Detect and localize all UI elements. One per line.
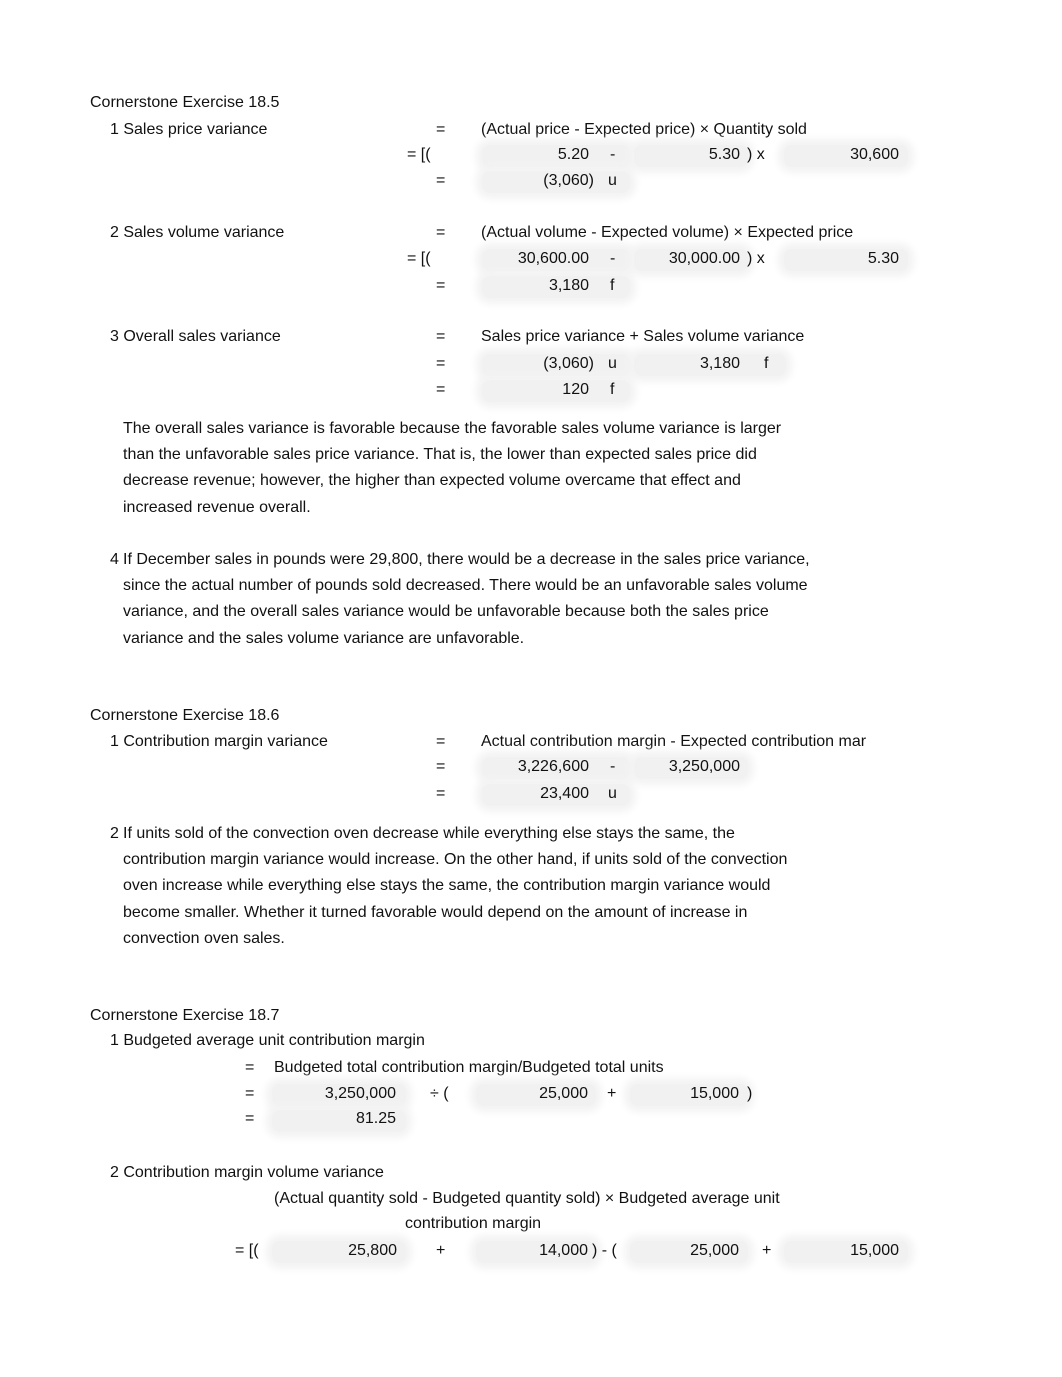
expected-price-value[interactable]: 5.30 bbox=[634, 145, 740, 165]
explanation-line: decrease revenue; however, the higher th… bbox=[123, 472, 741, 490]
unfavorable-flag: u bbox=[608, 785, 617, 802]
contribution-margin-variance-label: 1 Contribution margin variance bbox=[110, 733, 328, 750]
budgeted-average-unit-cm-label: 1 Budgeted average unit contribution mar… bbox=[110, 1032, 425, 1049]
equals-sign: = bbox=[436, 224, 446, 241]
expected-volume-value[interactable]: 30,000.00 bbox=[634, 249, 740, 269]
answer-line: oven increase while everything else stay… bbox=[123, 877, 771, 895]
contribution-margin-variance-formula: Actual contribution margin - Expected co… bbox=[481, 733, 867, 750]
overall-sales-variance-label: 3 Overall sales variance bbox=[110, 328, 281, 345]
exercise-18-7-title: Cornerstone Exercise 18.7 bbox=[90, 1007, 280, 1024]
row-prefix: = [( bbox=[407, 146, 431, 163]
unfavorable-flag: u bbox=[608, 172, 617, 189]
equals-sign: = bbox=[245, 1085, 255, 1102]
close-times-operator: ) x bbox=[747, 146, 765, 163]
answer-line: If December sales in pounds were 29,800,… bbox=[123, 551, 810, 568]
favorable-flag: f bbox=[610, 381, 615, 398]
actual-quantity-b-value[interactable]: 14,000 bbox=[476, 1241, 588, 1261]
sales-volume-variance-result[interactable]: 3,180 bbox=[482, 276, 589, 296]
overall-sales-variance-result[interactable]: 120 bbox=[482, 380, 589, 400]
actual-price-value[interactable]: 5.20 bbox=[482, 145, 589, 165]
divide-operator: ÷ ( bbox=[430, 1085, 449, 1102]
question-4-answer: If December sales in pounds were 29,800,… bbox=[123, 547, 810, 652]
equals-sign: = bbox=[436, 328, 446, 345]
close-paren: ) bbox=[747, 1085, 753, 1102]
equals-sign: = bbox=[245, 1110, 255, 1127]
answer-line: variance, and the overall sales variance… bbox=[123, 603, 769, 621]
equals-sign: = bbox=[436, 381, 446, 398]
close-times-operator: ) x bbox=[747, 250, 765, 267]
favorable-flag: f bbox=[610, 277, 615, 294]
minus-operator: - bbox=[610, 250, 616, 267]
cm-volume-variance-label: 2 Contribution margin volume variance bbox=[110, 1164, 384, 1181]
plus-operator: + bbox=[436, 1242, 446, 1259]
answer-line: contribution margin variance would incre… bbox=[123, 851, 788, 869]
contribution-margin-variance-result[interactable]: 23,400 bbox=[482, 784, 589, 804]
favorable-flag: f bbox=[764, 355, 769, 372]
budgeted-units-b-value[interactable]: 15,000 bbox=[630, 1084, 739, 1104]
explanation-line: The overall sales variance is favorable … bbox=[123, 420, 782, 437]
equals-sign: = bbox=[436, 121, 446, 138]
sales-volume-variance-formula: (Actual volume - Expected volume) × Expe… bbox=[481, 224, 854, 241]
actual-quantity-a-value[interactable]: 25,800 bbox=[272, 1241, 397, 1261]
answer-line: If units sold of the convection oven dec… bbox=[123, 825, 735, 842]
equals-sign: = bbox=[436, 355, 446, 372]
overall-variance-explanation: The overall sales variance is favorable … bbox=[123, 416, 781, 521]
row-prefix: = [( bbox=[407, 250, 431, 267]
price-variance-value[interactable]: (3,060) bbox=[482, 354, 594, 374]
equals-sign: = bbox=[436, 785, 446, 802]
explanation-line: increased revenue overall. bbox=[123, 498, 311, 516]
answer-line: convection oven sales. bbox=[123, 929, 285, 947]
equals-sign: = bbox=[436, 733, 446, 750]
actual-volume-value[interactable]: 30,600.00 bbox=[482, 249, 589, 269]
actual-contribution-margin-value[interactable]: 3,226,600 bbox=[482, 757, 589, 777]
sales-price-variance-result[interactable]: (3,060) bbox=[482, 171, 594, 191]
expected-price-value[interactable]: 5.30 bbox=[784, 249, 899, 269]
total-contribution-margin-value[interactable]: 3,250,000 bbox=[272, 1084, 396, 1104]
budgeted-average-unit-cm-formula: Budgeted total contribution margin/Budge… bbox=[274, 1059, 664, 1076]
plus-operator: + bbox=[607, 1085, 617, 1102]
answer-line: variance and the sales volume variance a… bbox=[123, 629, 525, 647]
answer-line: since the actual number of pounds sold d… bbox=[123, 577, 808, 595]
budget-quantity-a-value[interactable]: 25,000 bbox=[630, 1241, 739, 1261]
plus-operator: + bbox=[762, 1242, 772, 1259]
overall-sales-variance-formula: Sales price variance + Sales volume vari… bbox=[481, 328, 805, 345]
question-number: 2 bbox=[110, 825, 119, 842]
equals-sign: = bbox=[245, 1059, 255, 1076]
minus-operator: ) - ( bbox=[592, 1242, 617, 1259]
exercise-18-5-title: Cornerstone Exercise 18.5 bbox=[90, 94, 280, 111]
minus-operator: - bbox=[610, 146, 616, 163]
budget-quantity-b-value[interactable]: 15,000 bbox=[784, 1241, 899, 1261]
budgeted-units-a-value[interactable]: 25,000 bbox=[476, 1084, 588, 1104]
explanation-line: than the unfavorable sales price varianc… bbox=[123, 446, 757, 464]
exercise-18-6-title: Cornerstone Exercise 18.6 bbox=[90, 707, 280, 724]
sales-price-variance-label: 1 Sales price variance bbox=[110, 121, 268, 138]
answer-line: become smaller. Whether it turned favora… bbox=[123, 903, 748, 921]
equals-sign: = bbox=[436, 172, 446, 189]
sales-volume-variance-label: 2 Sales volume variance bbox=[110, 224, 285, 241]
equals-sign: = bbox=[436, 277, 446, 294]
budgeted-average-unit-cm-result[interactable]: 81.25 bbox=[272, 1109, 396, 1129]
quantity-sold-value[interactable]: 30,600 bbox=[784, 145, 899, 165]
expected-contribution-margin-value[interactable]: 3,250,000 bbox=[634, 757, 740, 777]
cm-volume-variance-formula-line1: (Actual quantity sold - Budgeted quantit… bbox=[274, 1190, 780, 1207]
cm-volume-variance-formula-line2: contribution margin bbox=[405, 1215, 542, 1232]
unfavorable-flag: u bbox=[608, 355, 617, 372]
question-number: 4 bbox=[110, 551, 119, 568]
volume-variance-value[interactable]: 3,180 bbox=[634, 354, 740, 374]
sales-price-variance-formula: (Actual price - Expected price) × Quanti… bbox=[481, 121, 807, 138]
question-2-answer: If units sold of the convection oven dec… bbox=[123, 821, 787, 952]
row-prefix: = [( bbox=[235, 1242, 259, 1259]
minus-operator: - bbox=[610, 758, 616, 775]
equals-sign: = bbox=[436, 758, 446, 775]
